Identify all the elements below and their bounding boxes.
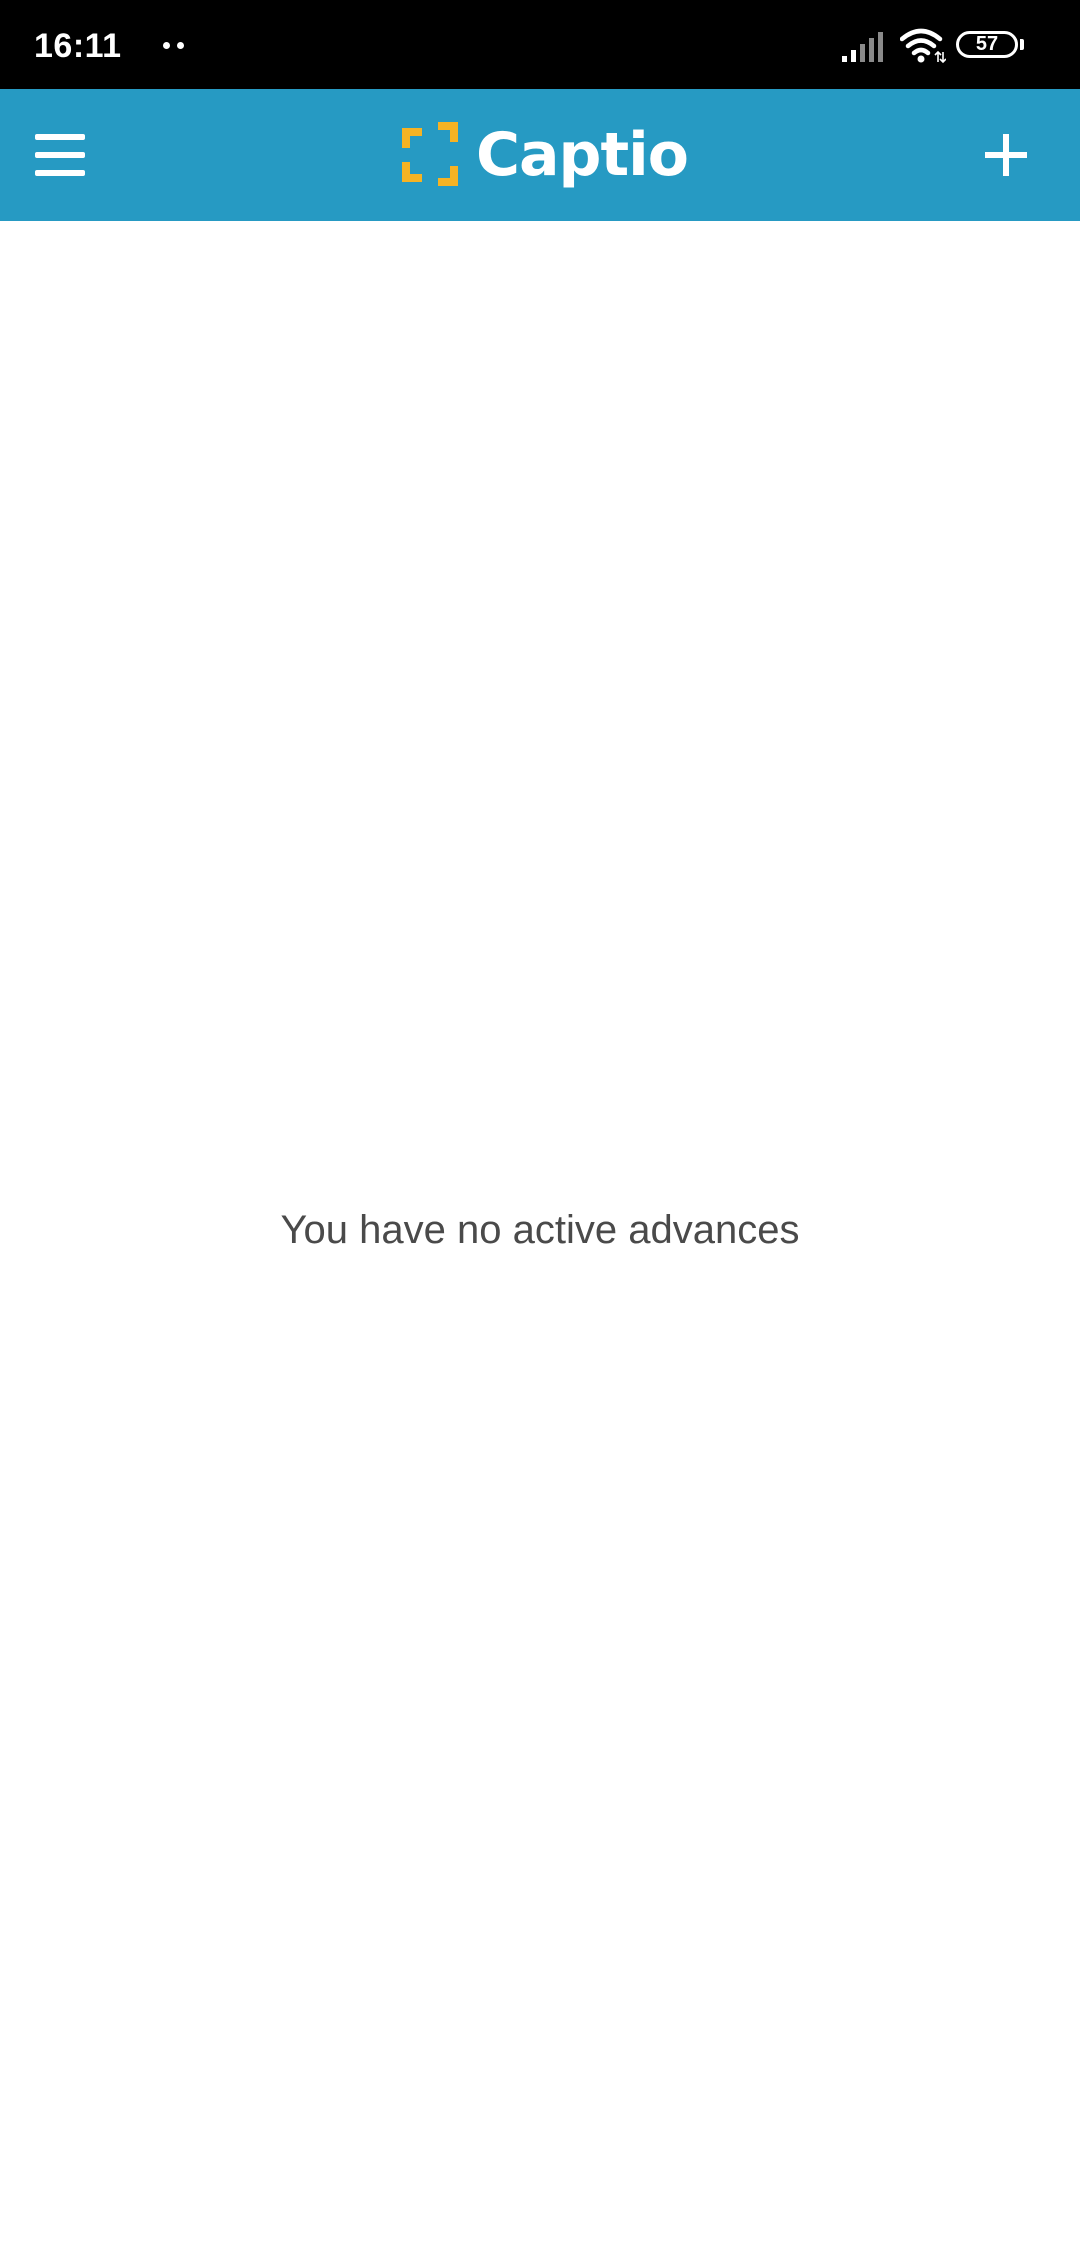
status-time: 16:11 xyxy=(34,27,122,65)
screen: 16:11 57 Captio You have no active advan… xyxy=(0,0,1080,2248)
wifi-icon xyxy=(900,28,946,64)
plus-icon xyxy=(985,134,1027,176)
empty-state-message: You have no active advances xyxy=(280,1208,800,1252)
battery-icon: 57 xyxy=(956,31,1018,58)
logo-frame-icon xyxy=(402,122,458,186)
status-bar: 16:11 57 xyxy=(0,0,1080,89)
captio-logo: Captio xyxy=(396,119,689,191)
signal-icon xyxy=(842,32,883,62)
notification-dots-icon xyxy=(163,42,187,50)
hamburger-menu-icon xyxy=(35,134,85,176)
status-icons: 57 xyxy=(842,28,1042,64)
add-advance-button[interactable] xyxy=(966,115,1046,195)
advances-list: You have no active advances xyxy=(0,221,1080,2248)
menu-button[interactable] xyxy=(20,115,100,195)
logo-text: Captio xyxy=(476,120,689,190)
battery-level: 57 xyxy=(975,33,999,55)
app-bar: Captio xyxy=(0,89,1080,221)
battery-tip xyxy=(1020,39,1024,50)
